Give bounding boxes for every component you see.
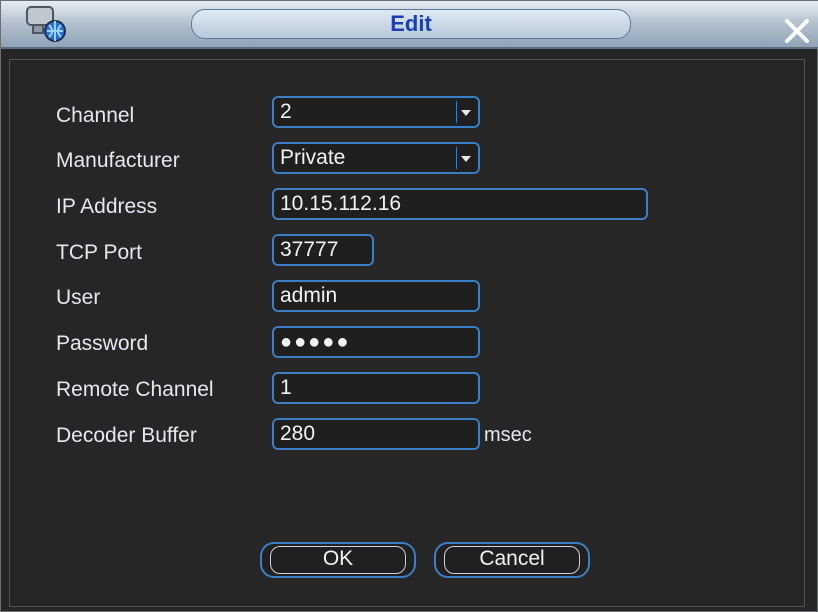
camera-globe-icon [25, 5, 71, 45]
password-label: Password [56, 332, 149, 355]
ip-address-input[interactable]: 10.15.112.16 [272, 188, 648, 220]
chevron-down-icon[interactable] [456, 147, 475, 169]
remote-channel-value: 1 [280, 376, 292, 399]
channel-label: Channel [56, 104, 135, 127]
edit-dialog: Edit Channel Manufacturer IP Address TCP… [0, 0, 818, 612]
decoder-buffer-label: Decoder Buffer [56, 424, 197, 447]
remote-channel-input[interactable]: 1 [272, 372, 480, 404]
close-icon[interactable] [783, 17, 811, 45]
form-panel: Channel Manufacturer IP Address TCP Port… [9, 59, 805, 607]
ok-button-label: OK [322, 547, 354, 570]
decoder-buffer-value: 280 [280, 422, 316, 445]
user-input[interactable]: admin [272, 280, 480, 312]
chevron-down-icon[interactable] [456, 101, 475, 123]
ok-button[interactable]: OK [260, 542, 416, 578]
tcp-port-input[interactable]: 37777 [272, 234, 374, 266]
ip-address-value: 10.15.112.16 [280, 192, 402, 215]
manufacturer-label: Manufacturer [56, 149, 180, 172]
channel-select[interactable]: 2 [272, 96, 480, 128]
title-bar[interactable]: Edit [1, 1, 818, 49]
cancel-button[interactable]: Cancel [434, 542, 590, 578]
manufacturer-value: Private [280, 146, 346, 169]
dialog-title: Edit [191, 9, 631, 39]
tcp-port-value: 37777 [280, 238, 339, 261]
manufacturer-select[interactable]: Private [272, 142, 480, 174]
password-input[interactable]: ●●●●● [272, 326, 480, 358]
remote-channel-label: Remote Channel [56, 378, 214, 401]
user-value: admin [280, 284, 338, 307]
password-value: ●●●●● [280, 331, 351, 353]
tcp-port-label: TCP Port [56, 241, 142, 264]
ip-address-label: IP Address [56, 195, 158, 218]
channel-value: 2 [280, 100, 292, 123]
cancel-button-label: Cancel [479, 547, 545, 570]
user-label: User [56, 286, 101, 309]
decoder-buffer-unit: msec [484, 424, 532, 446]
decoder-buffer-input[interactable]: 280 [272, 418, 480, 450]
